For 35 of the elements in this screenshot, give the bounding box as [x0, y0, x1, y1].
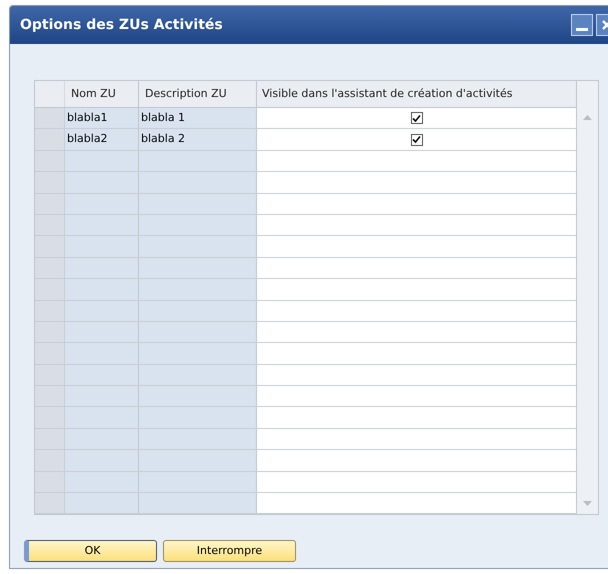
scroll-down-icon[interactable] [583, 501, 592, 506]
row-header[interactable] [35, 300, 65, 321]
row-header[interactable] [35, 450, 65, 471]
dialog-button[interactable]: Interrompre [163, 540, 296, 562]
row-header[interactable] [35, 108, 65, 128]
row-header[interactable] [35, 386, 65, 406]
row-header[interactable] [35, 129, 65, 150]
row-header[interactable] [35, 493, 65, 514]
table-cell: blabla2 [65, 129, 139, 150]
row-header[interactable] [35, 322, 65, 342]
checkbox[interactable] [410, 134, 422, 146]
column-header[interactable]: Visible dans l'assistant de création d'activités [257, 81, 576, 107]
row-header[interactable] [35, 150, 65, 172]
row-header[interactable] [35, 279, 65, 300]
row-header[interactable] [35, 194, 65, 214]
scroll-up-icon[interactable] [583, 115, 592, 120]
row-header[interactable] [35, 428, 65, 450]
row-header[interactable] [35, 407, 65, 428]
window-title: Options des ZUs Activités [20, 16, 223, 34]
row-header[interactable] [35, 172, 65, 193]
dialog-button[interactable]: OK [24, 540, 157, 562]
row-header[interactable] [35, 236, 65, 257]
row-header[interactable] [35, 472, 65, 492]
row-header[interactable] [35, 214, 65, 236]
checkbox[interactable] [410, 112, 422, 124]
minimize-button[interactable] [571, 14, 593, 36]
column-header[interactable]: Nom ZU [65, 81, 139, 107]
table-cell: blabla 2 [139, 129, 257, 150]
scrollbar[interactable] [576, 81, 598, 514]
column-header[interactable]: Description ZU [139, 81, 257, 107]
table-cell: blabla1 [65, 108, 139, 128]
row-header[interactable] [35, 343, 65, 364]
row-header[interactable] [35, 364, 65, 386]
row-header[interactable] [35, 258, 65, 278]
table-cell: blabla 1 [139, 108, 257, 128]
